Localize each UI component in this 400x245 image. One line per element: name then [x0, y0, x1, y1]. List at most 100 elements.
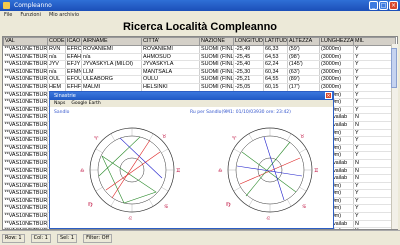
table-cell: **VAS10NETBURE	[3, 159, 48, 168]
table-cell: N	[353, 113, 396, 122]
window-controls: _ □ ×	[369, 1, 398, 10]
table-cell: n/a	[81, 53, 142, 62]
table-cell: Y	[353, 106, 396, 115]
menu-mio-archivio[interactable]: Mio archivio	[49, 11, 79, 19]
column-header[interactable]: CITTA'	[141, 37, 200, 46]
astro-wheels: ♈ ♉ ♊ ♋ ♌ ♍ ♎ ♈ ♉ ♊ ♋ ♌ ♍ ♎	[80, 127, 319, 222]
table-cell: **VAS10NETBURE	[3, 167, 48, 176]
table-cell: SUOMI (FINL	[199, 83, 234, 92]
left-chart-wheel: ♈ ♉ ♊ ♋ ♌ ♍ ♎	[80, 127, 181, 222]
svg-text:♌: ♌	[128, 216, 132, 222]
table-cell: SUOMI (FINL	[199, 75, 234, 84]
table-cell: **VAS10NETBURE	[3, 220, 48, 229]
table-cell: 60,34	[263, 68, 288, 77]
table-cell: SUOMI (FINL	[199, 60, 234, 69]
table-cell: OUL	[47, 75, 66, 84]
table-cell: SUOMI (FINL	[199, 53, 234, 62]
table-cell: Y	[353, 212, 396, 221]
column-header[interactable]: AIRNAME	[81, 37, 142, 46]
table-cell: HEM	[47, 83, 66, 92]
table-cell: **VAS10NETBURE	[3, 68, 48, 77]
column-header[interactable]: ICAO	[65, 37, 82, 46]
table-cell: (59')	[287, 45, 320, 54]
table-cell: **VAS10NETBURE	[3, 113, 48, 122]
table-row[interactable]: **VAS10NETBURE JYV EFJY JYVASKYLA (MILOI) JY…	[3, 60, 396, 69]
table-cell: -25,21	[233, 75, 264, 84]
table-cell: (3000m)	[319, 45, 354, 54]
page-title: Ricerca Località Compleanno	[122, 21, 278, 33]
status-sel: Sel: 1	[57, 233, 78, 243]
table-cell: **VAS10NETBURE	[3, 197, 48, 206]
status-row: Row: 1	[2, 233, 25, 243]
status-filter: Filter: Off	[83, 233, 113, 243]
right-chart-wheel: ♈ ♉ ♊ ♋ ♌ ♍ ♎	[218, 127, 319, 222]
table-cell: -25,05	[233, 83, 264, 92]
table-cell: EFOU	[65, 75, 82, 84]
table-cell: Y	[353, 197, 396, 206]
table-cell: SUOMI (FINL	[199, 45, 234, 54]
table-row[interactable]: **VAS10NETBURE n/a EFAH n/a AHMOSUO SUOMI (FI…	[3, 53, 396, 62]
column-header[interactable]: NAZIONE	[199, 37, 234, 46]
table-row[interactable]: **VAS10NETBURE RVN EFRO ROVANIEMI ROVANIEMI S…	[3, 45, 396, 54]
table-cell: **VAS10NETBURE	[3, 212, 48, 221]
table-row[interactable]: **VAS10NETBURE OUL EFOU ULEABORG OULU SUOMI (…	[3, 75, 396, 84]
table-cell: 64,55	[263, 75, 288, 84]
table-cell: JYVASKYLA (MILOI)	[81, 60, 142, 69]
svg-text:♉: ♉	[300, 134, 305, 140]
table-cell: n/a	[47, 68, 66, 77]
table-cell: ROVANIEMI	[141, 45, 200, 54]
menu-bar: File Funzioni Mio archivio	[0, 11, 400, 19]
app-icon	[3, 2, 10, 9]
svg-text:♊: ♊	[176, 168, 181, 174]
table-cell: **VAS10NETBURE	[3, 204, 48, 214]
minimize-button[interactable]: _	[369, 1, 378, 10]
table-cell: Y	[353, 136, 396, 145]
table-cell: **VAS10NETBURE	[3, 45, 48, 54]
table-cell: **VAS10NETBURE	[3, 53, 48, 62]
table-cell: Y	[353, 151, 396, 160]
column-header[interactable]: LONGITUDE	[233, 37, 264, 46]
menu-funzioni[interactable]: Funzioni	[20, 11, 41, 19]
table-cell: **VAS10NETBURE	[3, 151, 48, 160]
svg-text:♋: ♋	[302, 204, 306, 210]
table-cell: **VAS10NETBURE	[3, 189, 48, 198]
column-header[interactable]: LATITUDE	[263, 37, 288, 46]
column-header[interactable]: ALTEZZA	[287, 37, 320, 46]
table-cell: SUOMI (FINL	[199, 68, 234, 77]
table-cell: 60,15	[263, 83, 288, 92]
table-row[interactable]: **VAS10NETBURE n/a EFMN LLM MANTSALA SUOMI (F…	[3, 68, 396, 77]
table-cell: HELSINKI	[141, 83, 200, 92]
scrollbar-thumb[interactable]	[391, 48, 397, 88]
column-header[interactable]: LUNGHEZZA	[319, 37, 354, 46]
svg-text:♍: ♍	[88, 202, 93, 208]
table-row[interactable]: **VAS10NETBURE HEM EFHF MALMI HELSINKI SUOMI …	[3, 83, 396, 92]
table-cell: Y	[353, 182, 396, 191]
table-cell: Y	[353, 53, 396, 62]
column-header[interactable]: VAL	[3, 37, 48, 46]
table-cell: (145')	[287, 60, 320, 69]
status-col: Col: 1	[30, 233, 51, 243]
menu-file[interactable]: File	[4, 11, 12, 19]
table-cell: (3000m)	[319, 68, 354, 77]
window-title: Compleanno	[14, 2, 52, 9]
table-cell: RVN	[47, 45, 66, 54]
table-cell: **VAS10NETBURE	[3, 83, 48, 92]
svg-text:♉: ♉	[162, 134, 167, 140]
table-cell: **VAS10NETBURE	[3, 129, 48, 138]
column-header[interactable]: CODE	[47, 37, 66, 46]
table-cell: Y	[353, 75, 396, 84]
column-header[interactable]: MIL	[353, 37, 396, 46]
table-cell: Y	[353, 144, 396, 153]
table-cell: -25,45	[233, 53, 264, 62]
svg-text:♎: ♎	[80, 168, 85, 174]
maximize-button[interactable]: □	[379, 1, 388, 10]
table-cell: EFRO	[65, 45, 82, 54]
table-cell: N	[353, 121, 396, 130]
synastry-dialog: Sinastrie × Naps Google Earth Sandlo Ru …	[49, 91, 334, 229]
table-cell: N	[353, 174, 396, 183]
table-cell: N	[353, 167, 396, 176]
close-button[interactable]: ×	[389, 1, 398, 10]
table-cell: Y	[353, 68, 396, 77]
table-cell: **VAS10NETBURE	[3, 182, 48, 191]
svg-text:♎: ♎	[218, 168, 223, 174]
